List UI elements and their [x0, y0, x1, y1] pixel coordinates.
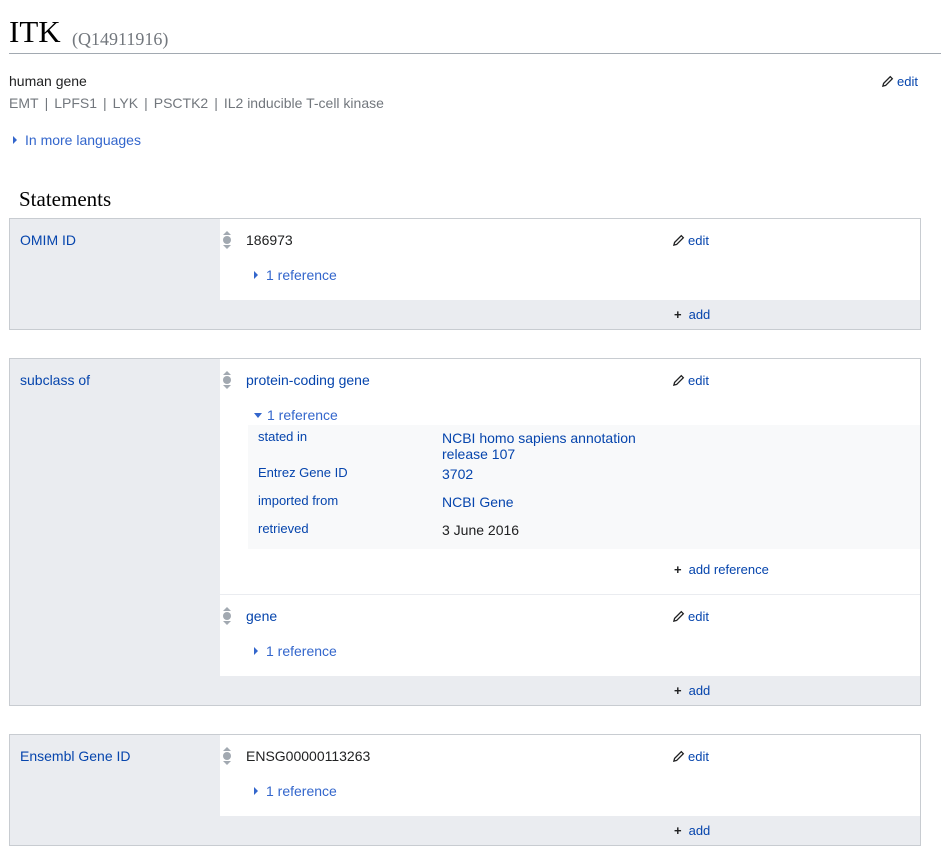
references-toggle[interactable]: 1 reference [254, 267, 337, 283]
add-statement-bar: + add [220, 816, 920, 845]
reference-property[interactable]: imported from [258, 493, 338, 508]
plus-icon: + [674, 307, 682, 322]
references-label: 1 reference [266, 783, 337, 799]
plus-icon: + [674, 683, 682, 698]
statement: gene edit 1 reference [220, 595, 920, 676]
rank-normal-icon[interactable] [222, 371, 232, 389]
triangle-right-icon [13, 136, 17, 144]
add-label: add [688, 823, 711, 838]
statement-value: 186973 [246, 232, 293, 248]
statement-value[interactable]: protein-coding gene [246, 372, 370, 388]
item-id: (Q14911916) [72, 29, 169, 49]
reference-value: 3 June 2016 [442, 522, 520, 538]
edit-label: edit [688, 609, 709, 624]
add-reference-button[interactable]: + add reference [674, 562, 769, 577]
item-description: human gene [9, 73, 87, 89]
more-languages-label: In more languages [25, 132, 141, 148]
rank-normal-icon[interactable] [222, 747, 232, 765]
statement-edit-button[interactable]: edit [672, 609, 709, 624]
page-title: ITK [9, 14, 61, 49]
reference-value[interactable]: NCBI homo sapiens annotation release 107 [442, 430, 652, 462]
alias: EMT [9, 95, 39, 111]
reference-value[interactable]: NCBI Gene [442, 494, 514, 510]
reference-property[interactable]: Entrez Gene ID [258, 465, 348, 480]
reference-property[interactable]: stated in [258, 429, 307, 444]
statement: protein-coding gene edit 1 reference sta… [220, 359, 920, 595]
add-statement-bar: + add [220, 676, 920, 705]
rank-normal-icon[interactable] [222, 607, 232, 625]
alias: LYK [112, 95, 139, 111]
property-label-ensembl-gene-id[interactable]: Ensembl Gene ID [20, 748, 131, 764]
references-toggle[interactable]: 1 reference [254, 643, 337, 659]
statement-list: 186973 edit 1 reference [220, 219, 920, 300]
triangle-right-icon [254, 787, 258, 795]
reference-property[interactable]: retrieved [258, 521, 309, 536]
pencil-icon [672, 374, 685, 387]
statement-list: protein-coding gene edit 1 reference sta… [220, 359, 920, 676]
edit-label: edit [688, 373, 709, 388]
alias-list: EMT | LPFS1 | LYK | PSCTK2 | IL2 inducible T-cel… [9, 95, 384, 111]
triangle-right-icon [254, 271, 258, 279]
statement-edit-button[interactable]: edit [672, 233, 709, 248]
statement-list: ENSG00000113263 edit 1 reference [220, 735, 920, 816]
edit-label: edit [688, 749, 709, 764]
add-statement-button[interactable]: + add [674, 307, 710, 322]
add-statement-button[interactable]: + add [674, 823, 710, 838]
alias: PSCTK2 [153, 95, 209, 111]
statement-group-omim-id: OMIM ID 186973 edit 1 reference + add [9, 218, 921, 330]
statement-value: ENSG00000113263 [246, 748, 371, 764]
references-label: 1 reference [266, 267, 337, 283]
references-toggle[interactable]: 1 reference [254, 407, 338, 423]
triangle-right-icon [254, 647, 258, 655]
pencil-icon [672, 610, 685, 623]
reference-block: stated in NCBI homo sapiens annotation r… [248, 425, 920, 549]
statement-value[interactable]: gene [246, 608, 277, 624]
page-title-block: ITK (Q14911916) [9, 14, 941, 54]
pencil-icon [672, 750, 685, 763]
property-label-subclass-of[interactable]: subclass of [20, 372, 90, 388]
references-label: 1 reference [266, 643, 337, 659]
triangle-down-icon [254, 413, 262, 418]
plus-icon: + [674, 562, 682, 577]
statement-edit-button[interactable]: edit [672, 749, 709, 764]
statement-edit-button[interactable]: edit [672, 373, 709, 388]
alias: IL2 inducible T-cell kinase [223, 95, 384, 111]
statement-group-ensembl-gene-id: Ensembl Gene ID ENSG00000113263 edit 1 r… [9, 734, 921, 846]
header-edit-button[interactable]: edit [881, 74, 918, 89]
more-languages-toggle[interactable]: In more languages [13, 132, 141, 148]
reference-value[interactable]: 3702 [442, 466, 473, 482]
add-label: add [688, 683, 711, 698]
plus-icon: + [674, 823, 682, 838]
edit-label: edit [688, 233, 709, 248]
statement-group-subclass-of: subclass of protein-coding gene edit 1 r… [9, 358, 921, 706]
add-statement-bar: + add [220, 300, 920, 329]
statement: ENSG00000113263 edit 1 reference [220, 735, 920, 816]
edit-label: edit [897, 74, 918, 89]
add-statement-button[interactable]: + add [674, 683, 710, 698]
property-label-omim-id[interactable]: OMIM ID [20, 232, 76, 248]
statements-heading: Statements [19, 187, 112, 211]
add-reference-label: add reference [688, 562, 769, 577]
references-label: 1 reference [267, 407, 338, 423]
pencil-icon [881, 75, 894, 88]
references-toggle[interactable]: 1 reference [254, 783, 337, 799]
statement: 186973 edit 1 reference [220, 219, 920, 300]
rank-normal-icon[interactable] [222, 231, 232, 249]
alias: LPFS1 [54, 95, 98, 111]
pencil-icon [672, 234, 685, 247]
add-label: add [688, 307, 711, 322]
